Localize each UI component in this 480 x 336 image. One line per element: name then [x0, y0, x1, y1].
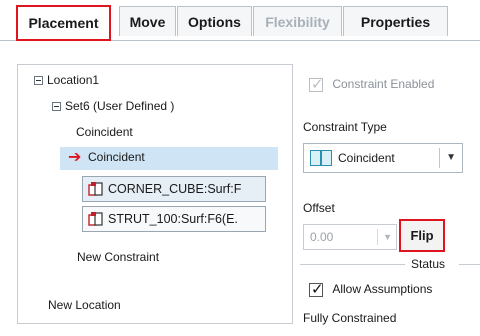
offset-divider: [377, 229, 378, 245]
tree-constraint-item[interactable]: Coincident: [76, 125, 133, 139]
collapse-icon[interactable]: [52, 102, 61, 112]
tab-options[interactable]: Options: [177, 6, 252, 36]
dropdown-divider: [439, 148, 440, 168]
tab-properties[interactable]: Properties: [343, 6, 448, 36]
constraint-type-value: Coincident: [338, 151, 395, 165]
constraint-enabled-checkbox[interactable]: ✓ Constraint Enabled: [309, 75, 435, 93]
tree-set-node[interactable]: Set6 (User Defined ): [52, 99, 174, 113]
new-constraint-label: New Constraint: [77, 250, 160, 264]
offset-label: Offset: [303, 201, 335, 215]
allow-assumptions-checkbox[interactable]: ✓ Allow Assumptions: [309, 280, 433, 298]
reference-label: CORNER_CUBE:Surf:F: [108, 182, 242, 196]
tab-placement[interactable]: Placement: [16, 5, 111, 41]
offset-value: 0.00: [310, 230, 334, 244]
part-icon: [88, 181, 104, 197]
tree-location-node[interactable]: Location1: [34, 73, 99, 87]
status-divider: [300, 264, 405, 265]
location-label: Location1: [47, 73, 100, 87]
constraint-enabled-label: Constraint Enabled: [332, 77, 435, 91]
new-location-link[interactable]: New Location: [48, 298, 121, 312]
checkbox-icon: ✓: [309, 75, 324, 93]
dialog-tab-bar: Placement Move Options Flexibility Prope…: [0, 0, 480, 42]
collapse-icon[interactable]: [34, 76, 43, 86]
allow-assumptions-label: Allow Assumptions: [332, 282, 433, 296]
constraint-type-label: Constraint Type: [303, 120, 387, 134]
constraint-type-select[interactable]: Coincident ▼: [303, 143, 463, 173]
constraint-status-text: Fully Constrained: [303, 311, 397, 325]
tab-move[interactable]: Move: [119, 6, 176, 36]
status-legend: Status: [411, 257, 446, 271]
reference-item[interactable]: STRUT_100:Surf:F6(E.: [82, 206, 266, 232]
status-divider: [459, 264, 480, 265]
new-constraint-link[interactable]: New Constraint: [77, 250, 159, 264]
chevron-down-icon[interactable]: ▼: [383, 232, 392, 242]
flip-button[interactable]: Flip: [399, 219, 445, 252]
constraint-label: Coincident: [88, 150, 145, 164]
checkbox-icon: ✓: [309, 280, 324, 298]
constraint-label: Coincident: [76, 125, 133, 139]
tab-flexibility: Flexibility: [253, 6, 342, 36]
set-label: Set6 (User Defined ): [65, 99, 175, 113]
new-location-label: New Location: [48, 298, 121, 312]
offset-field[interactable]: 0.00 ▼: [303, 224, 397, 250]
part-icon: [88, 211, 104, 227]
coincident-icon: [310, 150, 332, 166]
reference-label: STRUT_100:Surf:F6(E.: [108, 212, 238, 226]
tree-constraint-item-selected[interactable]: Coincident: [88, 150, 145, 164]
reference-item[interactable]: CORNER_CUBE:Surf:F: [82, 176, 266, 202]
chevron-down-icon[interactable]: ▼: [446, 152, 456, 163]
arrow-right-icon: ➔: [68, 149, 82, 166]
